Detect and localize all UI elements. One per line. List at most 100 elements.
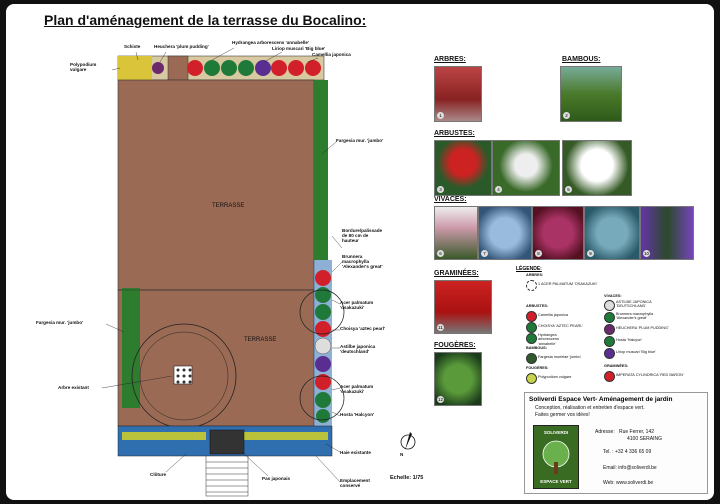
hydrangea-plant <box>221 60 237 76</box>
legend-arbuste-0: Camellia japonica <box>538 313 568 317</box>
legend-bambou-0: Fargesia murielae 'jumbo' <box>538 355 582 359</box>
label-liriope: Liriop muscari 'Big blue' <box>272 46 326 51</box>
legend-symbol-brunnera <box>604 312 615 323</box>
legend-symbol-hosta <box>604 336 615 347</box>
label-existing-tree: Arbre existant <box>58 385 89 390</box>
legend-symbol-heuchera <box>604 324 615 335</box>
company-logo: SOLIVERDI ESPACE VERT <box>533 425 579 489</box>
label-bordure: Bordure/palissade de 80 cm de hauteur <box>342 228 383 244</box>
company-info-box: Soliverdi Espace Vert- Aménagement de ja… <box>524 392 708 494</box>
company-website[interactable]: Web: www.soliverdi.be <box>603 480 653 486</box>
photo-vivace-heuchera: 8 <box>532 206 584 260</box>
label-brunnera: Brunnera macrophylla 'Alexander's great' <box>342 254 383 270</box>
photo-bambou: 2 <box>560 66 622 122</box>
label-acer-1: Acer palmatum 'osakazuki' <box>340 300 374 311</box>
section-fougeres: FOUGÈRES: <box>434 342 476 349</box>
company-tagline-2: Faites germer vos idées! <box>535 412 590 418</box>
japanese-steps <box>209 429 245 455</box>
hydrangea-plant <box>204 60 220 76</box>
label-fence: Clôture <box>150 472 167 477</box>
section-vivaces: VIVACES: <box>434 196 467 203</box>
section-arbres: ARBRES: <box>434 56 466 63</box>
legend-symbol-fargesia <box>526 353 537 364</box>
camellia-plant <box>271 60 287 76</box>
upper-terrace <box>117 79 315 291</box>
photo-vivace-astilbe: 6 <box>434 206 478 260</box>
address-label: Adresse: <box>595 429 615 435</box>
label-fargesia-top: Fargesia mur. 'jumbo' <box>336 138 384 143</box>
terrace-label-lower: TERRASSE <box>244 337 277 343</box>
legend-graminees-heading: GRAMINÉES: <box>604 364 629 368</box>
terrace-label-upper: TERRASSE <box>212 203 245 209</box>
legend-fougere-0: Polypodium vulgare <box>538 375 572 379</box>
legend-tree-symbol <box>526 280 537 291</box>
legend-arbres-heading: ARBRES: <box>526 273 544 277</box>
company-phone: Tel. : +32 4 336 65 09 <box>603 449 652 455</box>
legend-vivace-4: Liriop muscari 'Big blue' <box>616 350 656 354</box>
label-fargesia-left: Fargesia mur. 'jumbo' <box>36 320 84 325</box>
legend-symbol-liriope <box>604 348 615 359</box>
legend-arbuste-2: Hydrangea arborescens 'annabelle' <box>538 333 559 346</box>
label-heuchera: Heuchera 'plum pudding' <box>154 44 209 49</box>
label-acer-2: Acer palmatum 'osakazuki' <box>340 384 374 395</box>
label-choisya: Choisya 'aztec pearl' <box>340 326 386 331</box>
address-line-1: Rue Ferrer, 142 <box>619 429 655 435</box>
label-polypodium: Polypodium vulgare <box>70 62 97 73</box>
legend-arbuste-1: CHOISYA 'AZTEC PEARL' <box>538 324 584 328</box>
compass-letter: N <box>400 452 404 457</box>
photo-fougere: 12 <box>434 352 482 406</box>
company-email[interactable]: Email: info@soliverdi.be <box>603 465 657 471</box>
hydrangea-plant <box>187 60 203 76</box>
legend-title: LÉGENDE: <box>516 266 542 272</box>
legend-symbol-hydrangea <box>526 333 537 344</box>
lower-terrace <box>117 289 315 427</box>
legend-arbres-item: 1 ACER PALMATUM 'OSAKAZUKI' <box>538 282 598 286</box>
legend-fougeres-heading: FOUGÈRES: <box>526 366 549 370</box>
label-hydrangea: Hydrangea arborescens 'annabelle' <box>232 40 309 45</box>
north-arrow-icon <box>400 432 416 450</box>
camellia-plant <box>288 60 304 76</box>
camellia-plant <box>305 60 321 76</box>
photo-arbre: 1 <box>434 66 482 122</box>
scale-label: Echelle: 1/75 <box>390 475 424 481</box>
liriope-plant <box>255 60 271 76</box>
legend-graminee-0: IMPERATA CYLINDRICA 'RED BARON' <box>616 373 684 377</box>
legend-vivace-1: Brunnera macrophylla 'Alexander's great' <box>616 312 654 321</box>
photo-arbuste-camellia: 3 <box>434 140 492 196</box>
heuchera-plant <box>152 62 164 74</box>
label-kept-location: Emplacement conservé <box>340 478 370 489</box>
legend-vivace-0: ASTILBE JAPONICA 'DEUTSCHLAND' <box>616 300 652 309</box>
legend-symbol-camellia <box>526 311 537 322</box>
bamboo-hedge-left <box>122 288 140 408</box>
legend-symbol-polypodium <box>526 373 537 384</box>
photo-arbuste-choisya: 4 <box>492 140 560 196</box>
legend-vivace-3: Hosta 'Halcyon' <box>616 338 643 342</box>
hydrangea-plant <box>238 60 254 76</box>
photo-arbuste-hydrangea: 5 <box>562 140 632 196</box>
label-camellia: Camellia japonica <box>312 52 351 57</box>
legend-symbol-choisya <box>526 322 537 333</box>
photo-graminee: 11 <box>434 280 492 334</box>
section-bambous: BAMBOUS: <box>562 56 601 63</box>
legend-bambous-heading: BAMBOUS: <box>526 346 547 350</box>
photo-vivace-hosta: 9 <box>584 206 640 260</box>
photo-vivace-brunnera: 7 <box>478 206 532 260</box>
legend-arbustes-heading: ARBUSTES: <box>526 304 549 308</box>
label-hosta: Hosta 'Halcyon' <box>340 412 375 417</box>
company-name: Soliverdi Espace Vert- Aménagement de ja… <box>529 396 673 403</box>
legend-vivace-2: HEUCHERA 'PLUM PUDDING' <box>616 326 669 330</box>
bamboo-hedge-right <box>314 80 328 260</box>
legend-symbol-astilbe <box>604 300 615 311</box>
company-tagline-1: Conception, réalisation et entretien d'e… <box>535 405 645 411</box>
label-schiste: Schiste <box>124 44 141 49</box>
legend-vivaces-heading: VIVACES: <box>604 294 622 298</box>
label-astilbe: Astilbe japonica 'deutschland' <box>340 344 376 355</box>
tree-logo-icon <box>542 440 570 474</box>
section-graminees: GRAMINÉES: <box>434 270 479 277</box>
section-arbustes: ARBUSTES: <box>434 130 475 137</box>
label-japanese-steps: Pas japonais <box>262 476 291 481</box>
photo-vivace-liriope: 10 <box>640 206 694 260</box>
address-line-2: 4100 SERAING <box>627 436 663 442</box>
legend-symbol-imperata <box>604 371 615 382</box>
plan-sheet: Plan d'aménagement de la terrasse du Boc… <box>6 4 714 500</box>
